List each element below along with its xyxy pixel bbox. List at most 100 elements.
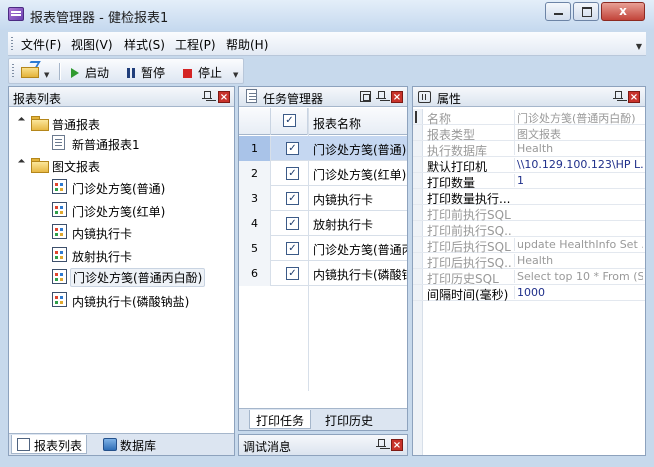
start-button[interactable]: 启动 bbox=[71, 64, 109, 80]
stop-icon bbox=[183, 69, 192, 78]
close-button[interactable]: x bbox=[601, 2, 645, 21]
task-row[interactable]: 1 ✓ 门诊处方笺(普通) bbox=[239, 136, 407, 161]
property-value[interactable]: \\10.129.100.123\HP L... bbox=[514, 158, 643, 171]
toolbar-grip[interactable] bbox=[12, 64, 14, 78]
pin-icon[interactable] bbox=[202, 91, 212, 102]
property-row[interactable]: 间隔时间(毫秒) 1000 bbox=[413, 285, 645, 302]
play-icon bbox=[71, 68, 79, 78]
minimize-button[interactable] bbox=[545, 2, 571, 21]
toolbar: ▼ 启动 暂停 停止 ▼ bbox=[8, 58, 244, 84]
toolbar-overflow-icon[interactable]: ▼ bbox=[233, 71, 238, 79]
close-pane-icon[interactable]: × bbox=[628, 91, 640, 103]
properties-title: 属性 bbox=[437, 92, 462, 106]
properties-header: 属性 × bbox=[413, 87, 645, 107]
collapse-icon[interactable] bbox=[17, 158, 26, 167]
tree-group-label: 普通报表 bbox=[52, 118, 101, 132]
menu-view[interactable]: 视图(V) bbox=[71, 36, 113, 53]
graphic-report-icon bbox=[52, 224, 67, 239]
property-row[interactable]: 默认打印机 \\10.129.100.123\HP L... bbox=[413, 157, 645, 174]
property-value[interactable]: 门诊处方笺(普通丙白酚) bbox=[514, 110, 643, 126]
row-checkbox[interactable]: ✓ bbox=[286, 142, 299, 155]
graphic-report-icon bbox=[52, 247, 67, 262]
property-row[interactable]: 打印数量执行... bbox=[413, 189, 645, 206]
debug-title: 调试消息 bbox=[243, 440, 292, 454]
maximize-button[interactable] bbox=[573, 2, 599, 21]
menu-overflow-icon[interactable]: ▼ bbox=[636, 42, 642, 51]
row-report-name: 门诊处方笺(普通) bbox=[313, 143, 407, 157]
tree-item-label: 新普通报表1 bbox=[72, 138, 140, 152]
pin-icon[interactable] bbox=[613, 91, 623, 102]
task-row[interactable]: 6 ✓ 内镜执行卡(磷酸钠盐) bbox=[239, 261, 407, 286]
tab-label: 报表列表 bbox=[34, 439, 83, 453]
folder-icon bbox=[31, 158, 49, 173]
menu-project[interactable]: 工程(P) bbox=[175, 36, 216, 53]
tree-group-normal[interactable]: 普通报表 bbox=[9, 113, 234, 133]
menu-grip[interactable] bbox=[11, 37, 13, 51]
check-all-checkbox[interactable]: ✓ bbox=[283, 114, 296, 127]
close-pane-icon[interactable]: × bbox=[218, 91, 230, 103]
property-row[interactable]: 打印前执行SQ... bbox=[413, 221, 645, 238]
row-checkbox[interactable]: ✓ bbox=[286, 242, 299, 255]
tab-print-tasks[interactable]: 打印任务 bbox=[249, 410, 312, 429]
task-manager-header: 任务管理器 × bbox=[239, 87, 407, 107]
open-dropdown-icon[interactable]: ▼ bbox=[44, 71, 49, 79]
tree-item[interactable]: 新普通报表1 bbox=[9, 133, 234, 153]
tree-item[interactable]: 门诊处方笺(普通) bbox=[9, 177, 234, 197]
property-value[interactable]: update HealthInfo Set ... bbox=[514, 238, 643, 251]
pause-icon bbox=[127, 68, 135, 78]
row-number: 4 bbox=[239, 211, 271, 236]
task-row[interactable]: 4 ✓ 放射执行卡 bbox=[239, 211, 407, 236]
check-all-header[interactable]: ✓ bbox=[271, 108, 308, 135]
close-pane-icon[interactable]: × bbox=[391, 91, 403, 103]
stop-button[interactable]: 停止 bbox=[183, 64, 222, 80]
tree-item-label: 门诊处方笺(普通丙白酚) bbox=[70, 268, 206, 287]
pause-button[interactable]: 暂停 bbox=[127, 64, 165, 80]
property-row[interactable]: 打印后执行SQL update HealthInfo Set ... bbox=[413, 237, 645, 254]
tree-item[interactable]: 内镜执行卡(磷酸钠盐) bbox=[9, 290, 234, 310]
property-value[interactable]: Select top 10 * From (S... bbox=[514, 270, 643, 283]
pin-icon[interactable] bbox=[376, 91, 386, 102]
property-row[interactable]: 打印后执行SQ... Health bbox=[413, 253, 645, 270]
report-name-header[interactable]: 报表名称 bbox=[313, 115, 407, 132]
tree-item[interactable]: 放射执行卡 bbox=[9, 245, 234, 265]
row-checkbox[interactable]: ✓ bbox=[286, 167, 299, 180]
property-value[interactable]: Health bbox=[514, 142, 643, 155]
row-report-name: 门诊处方笺(红单) bbox=[313, 168, 407, 182]
tab-database[interactable]: 数据库 bbox=[98, 435, 160, 454]
row-checkbox[interactable]: ✓ bbox=[286, 192, 299, 205]
tab-report-list[interactable]: 报表列表 bbox=[11, 435, 88, 454]
task-row[interactable]: 2 ✓ 门诊处方笺(红单) bbox=[239, 161, 407, 186]
tree-item[interactable]: 内镜执行卡 bbox=[9, 222, 234, 242]
open-folder-icon[interactable] bbox=[21, 61, 41, 78]
menu-style[interactable]: 样式(S) bbox=[124, 36, 165, 53]
property-value[interactable]: 1 bbox=[514, 174, 643, 187]
row-checkbox[interactable]: ✓ bbox=[286, 267, 299, 280]
row-number-header bbox=[239, 108, 271, 135]
row-checkbox[interactable]: ✓ bbox=[286, 217, 299, 230]
close-pane-icon[interactable]: × bbox=[391, 439, 403, 451]
property-value[interactable]: 图文报表 bbox=[514, 126, 643, 142]
restore-icon[interactable] bbox=[360, 91, 371, 102]
property-row[interactable]: 报表类型 图文报表 bbox=[413, 125, 645, 142]
property-row[interactable]: 名称 门诊处方笺(普通丙白酚) bbox=[413, 109, 645, 126]
task-row[interactable]: 5 ✓ 门诊处方笺(普通丙白酚) bbox=[239, 236, 407, 261]
row-number: 5 bbox=[239, 236, 271, 261]
menu-file[interactable]: 文件(F) bbox=[21, 36, 61, 53]
property-row[interactable]: 打印前执行SQL bbox=[413, 205, 645, 222]
tree-item[interactable]: 门诊处方笺(红单) bbox=[9, 200, 234, 220]
property-row[interactable]: 打印数量 1 bbox=[413, 173, 645, 190]
document-icon bbox=[52, 135, 65, 150]
title-bar: 报表管理器 - 健检报表1 x bbox=[0, 0, 654, 30]
pin-icon[interactable] bbox=[376, 439, 386, 450]
property-value[interactable]: 1000 bbox=[514, 286, 643, 299]
tab-print-history[interactable]: 打印历史 bbox=[319, 410, 379, 429]
tree-item-selected[interactable]: 门诊处方笺(普通丙白酚) bbox=[9, 267, 234, 287]
graphic-report-icon bbox=[52, 179, 67, 194]
property-row[interactable]: 打印历史SQL Select top 10 * From (S... bbox=[413, 269, 645, 286]
property-value[interactable]: Health bbox=[514, 254, 643, 267]
collapse-icon[interactable] bbox=[17, 116, 26, 125]
menu-help[interactable]: 帮助(H) bbox=[226, 36, 268, 53]
property-row[interactable]: 执行数据库 Health bbox=[413, 141, 645, 158]
tree-group-graphic[interactable]: 图文报表 bbox=[9, 155, 234, 175]
task-row[interactable]: 3 ✓ 内镜执行卡 bbox=[239, 186, 407, 211]
